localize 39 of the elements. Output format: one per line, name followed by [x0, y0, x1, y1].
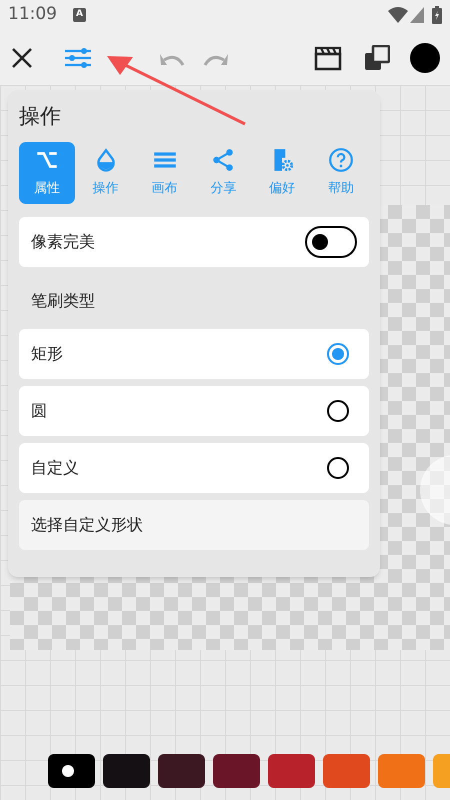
status-time: 11:09	[8, 3, 57, 26]
panel-title: 操作	[19, 106, 62, 127]
radio-button[interactable]	[327, 343, 349, 365]
notification-icon: A	[73, 8, 86, 22]
section-heading: 笔刷类型	[30, 290, 96, 312]
panel-tab[interactable]: 操作	[78, 142, 134, 204]
radio-button[interactable]	[327, 457, 349, 479]
wifi-icon	[388, 7, 408, 23]
color-swatch[interactable]	[48, 754, 95, 788]
color-swatch[interactable]	[213, 754, 260, 788]
radio-button[interactable]	[327, 400, 349, 422]
panel-tab[interactable]: 画布	[136, 142, 192, 204]
brush-option[interactable]: 圆	[19, 386, 369, 436]
color-swatch[interactable]	[158, 754, 205, 788]
help-icon	[328, 147, 354, 174]
pixel-perfect-row[interactable]: 像素完美	[19, 217, 369, 267]
custom-shape-button[interactable]: 选择自定义形状	[19, 500, 369, 550]
close-button[interactable]	[10, 46, 34, 70]
color-swatch[interactable]	[378, 754, 425, 788]
setting-label: 像素完美	[31, 231, 96, 253]
panel-tab[interactable]: 属性	[19, 142, 75, 204]
toggle-switch[interactable]	[305, 226, 357, 258]
option-label: 矩形	[31, 343, 64, 365]
option-label: 圆	[31, 400, 48, 422]
settings-button[interactable]	[64, 46, 92, 70]
layers-button[interactable]	[364, 44, 390, 70]
brush-option[interactable]: 自定义	[19, 443, 369, 493]
color-button[interactable]	[410, 42, 440, 72]
option-label: 自定义	[31, 457, 80, 479]
battery-icon	[432, 6, 442, 24]
panel-tab[interactable]: 偏好	[254, 142, 310, 204]
color-swatch[interactable]	[103, 754, 150, 788]
clapperboard-button[interactable]	[314, 44, 342, 70]
brush-option[interactable]: 矩形	[19, 329, 369, 379]
color-swatch[interactable]	[323, 754, 370, 788]
panel-tab[interactable]: 帮助	[313, 142, 369, 204]
color-swatch[interactable]	[268, 754, 315, 788]
signal-icon	[410, 7, 424, 23]
panel-tab[interactable]: 分享	[195, 142, 252, 204]
